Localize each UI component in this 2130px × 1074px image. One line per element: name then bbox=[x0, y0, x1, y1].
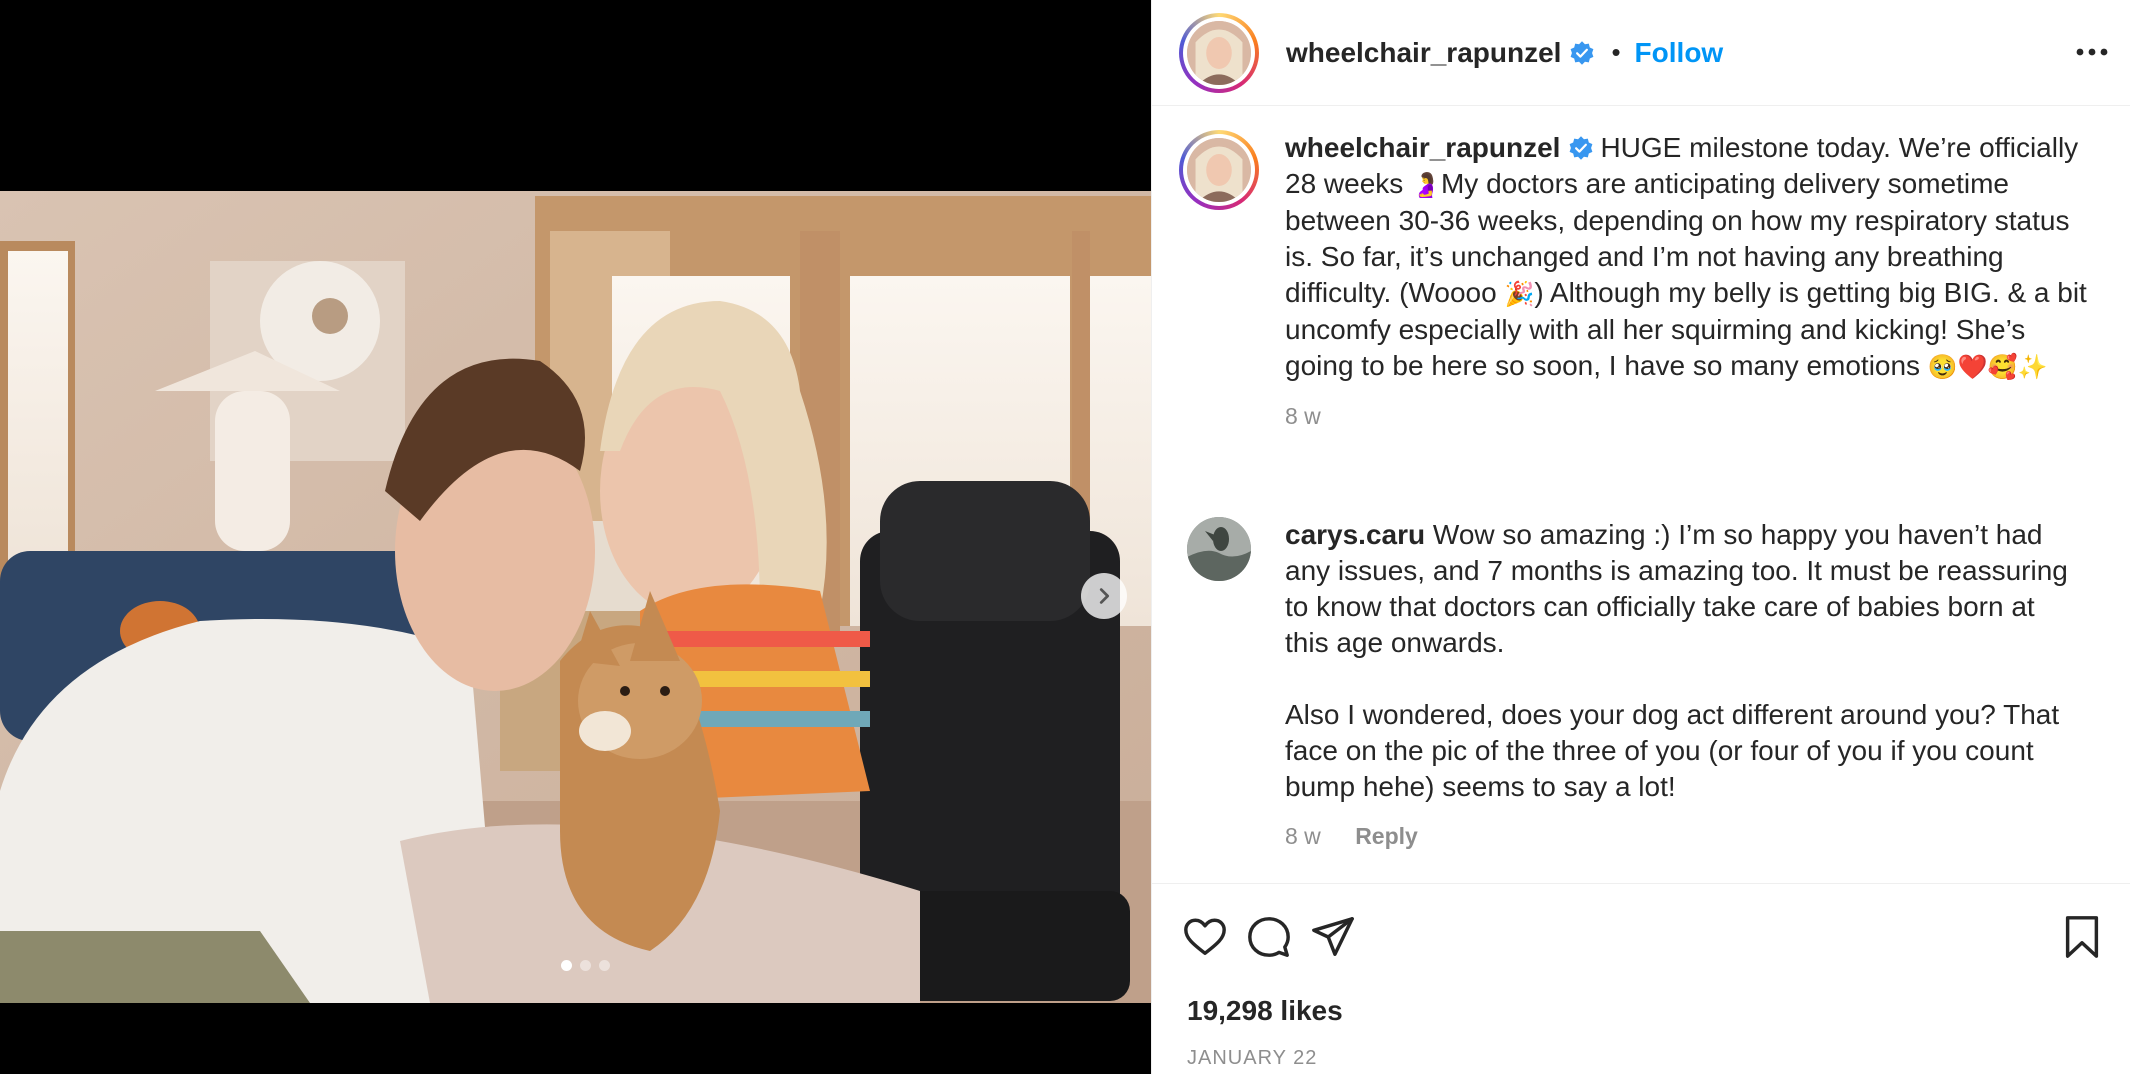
post-header: wheelchair_rapunzel • Follow bbox=[1152, 0, 2130, 106]
paper-plane-icon[interactable] bbox=[1310, 914, 1356, 960]
comment-meta: 8 w Reply bbox=[1285, 823, 2075, 850]
reply-button[interactable]: Reply bbox=[1355, 823, 1418, 849]
follow-button[interactable]: Follow bbox=[1635, 37, 1724, 69]
post-date[interactable]: JANUARY 22 bbox=[1187, 1047, 1317, 1070]
comment-timestamp[interactable]: 8 w bbox=[1285, 823, 1321, 849]
comment-paragraph-2: Also I wondered, does your dog act diffe… bbox=[1285, 699, 2060, 802]
post-caption: wheelchair_rapunzel HUGE milestone today.… bbox=[1179, 130, 2119, 430]
comment-item: carys.caru Wow so amazing :) I’m so happ… bbox=[1187, 517, 2122, 850]
chevron-right-icon bbox=[1099, 588, 1110, 604]
caption-text: wheelchair_rapunzel HUGE milestone today.… bbox=[1285, 130, 2095, 385]
post-media bbox=[0, 0, 1151, 1074]
comment-text: carys.caru Wow so amazing :) I’m so happ… bbox=[1285, 517, 2075, 661]
verified-badge-icon bbox=[1570, 136, 1593, 160]
more-options-icon bbox=[2076, 48, 2108, 56]
author-avatar[interactable] bbox=[1179, 12, 1259, 93]
emotions-emoji: 🥹❤️🥰✨ bbox=[1927, 353, 2048, 381]
caption-author-avatar[interactable] bbox=[1179, 130, 1259, 210]
bookmark-icon[interactable] bbox=[2059, 914, 2105, 960]
post-actions: 19,298 likes JANUARY 22 bbox=[1152, 883, 2130, 1074]
carousel-dot-active bbox=[561, 960, 572, 971]
author-username[interactable]: wheelchair_rapunzel bbox=[1286, 37, 1561, 69]
carousel-next-button[interactable] bbox=[1081, 573, 1127, 619]
header-separator: • bbox=[1611, 37, 1621, 67]
instagram-post-modal: wheelchair_rapunzel • Follow wheelchair_… bbox=[0, 0, 2130, 1074]
post-photo[interactable] bbox=[0, 191, 1151, 1003]
pregnant-emoji: 🤰 bbox=[1411, 171, 1441, 199]
commenter-username[interactable]: carys.caru bbox=[1285, 519, 1425, 550]
comment-bubble-icon[interactable] bbox=[1246, 914, 1292, 960]
verified-badge-icon bbox=[1571, 40, 1594, 65]
caption-meta: 8 w bbox=[1285, 403, 2095, 430]
action-icons bbox=[1182, 914, 1356, 960]
comment-text-block: carys.caru Wow so amazing :) I’m so happ… bbox=[1285, 517, 2075, 850]
caption-text-block: wheelchair_rapunzel HUGE milestone today.… bbox=[1285, 130, 2095, 430]
likes-count[interactable]: 19,298 likes bbox=[1187, 995, 1343, 1027]
caption-timestamp[interactable]: 8 w bbox=[1285, 403, 1321, 429]
carousel-dot bbox=[599, 960, 610, 971]
commenter-avatar[interactable] bbox=[1187, 517, 1251, 581]
carousel-dot bbox=[580, 960, 591, 971]
more-options-button[interactable] bbox=[2072, 32, 2112, 72]
caption-author-username[interactable]: wheelchair_rapunzel bbox=[1285, 132, 1560, 163]
comments-section[interactable]: wheelchair_rapunzel HUGE milestone today.… bbox=[1152, 107, 2130, 883]
carousel-indicator bbox=[0, 960, 1151, 971]
heart-icon[interactable] bbox=[1182, 914, 1228, 960]
post-side-panel: wheelchair_rapunzel • Follow wheelchair_… bbox=[1151, 0, 2130, 1074]
party-emoji: 🎉 bbox=[1504, 280, 1535, 308]
